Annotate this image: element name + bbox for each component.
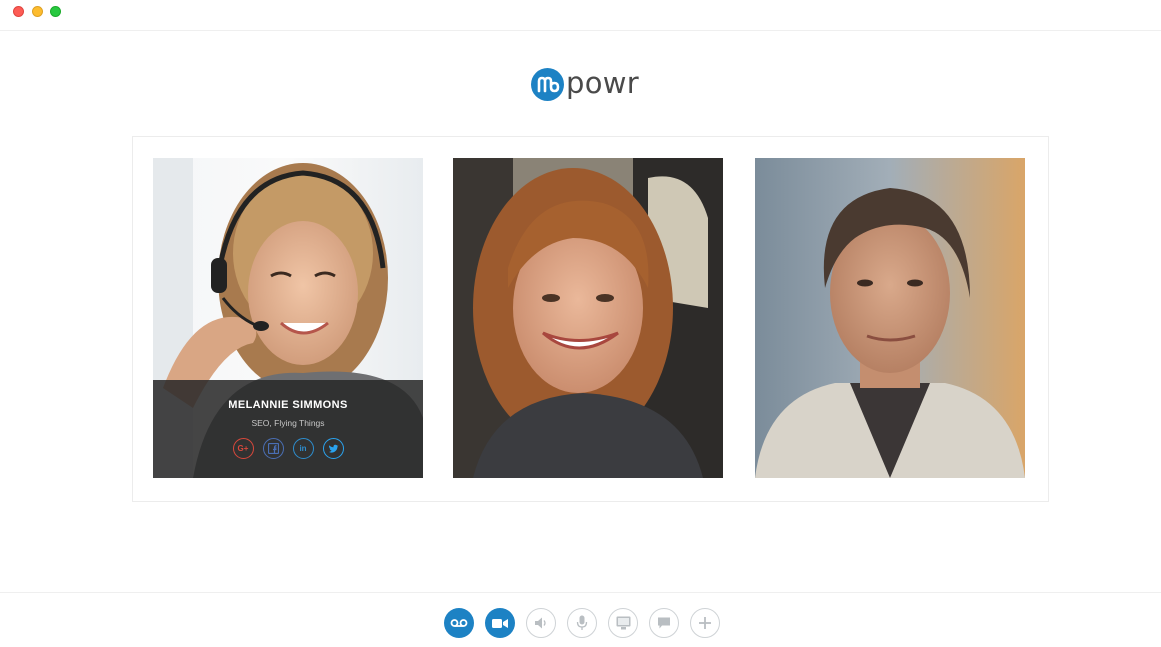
participant-tile[interactable]	[453, 158, 723, 478]
voicemail-icon	[450, 619, 468, 627]
window-minimize-button[interactable]	[32, 6, 43, 17]
speaker-icon	[535, 617, 546, 629]
screen-share-icon	[616, 616, 630, 630]
microphone-icon	[576, 615, 588, 630]
participant-tile[interactable]: MELANNIE SIMMONS SEO, Flying Things G+ i…	[153, 158, 423, 478]
microphone-button[interactable]	[567, 608, 597, 638]
chat-button[interactable]	[649, 608, 679, 638]
participant-name: MELANNIE SIMMONS	[228, 399, 348, 411]
m-logo-icon	[531, 68, 564, 101]
participant-info-overlay: MELANNIE SIMMONS SEO, Flying Things G+ i…	[153, 380, 423, 478]
call-controls	[444, 608, 720, 638]
social-links: G+ in	[153, 438, 423, 459]
participant-tile[interactable]	[755, 158, 1025, 478]
twitter-icon[interactable]	[322, 438, 344, 459]
linkedin-icon[interactable]: in	[292, 438, 314, 459]
chat-icon	[658, 617, 670, 629]
video-button[interactable]	[485, 608, 515, 638]
window-titlebar	[0, 0, 1161, 31]
voicemail-button[interactable]	[444, 608, 474, 638]
video-stage: MELANNIE SIMMONS SEO, Flying Things G+ i…	[132, 136, 1049, 502]
brand-logo: powr	[530, 66, 640, 103]
video-camera-icon	[492, 618, 508, 628]
participant-photo	[755, 158, 1025, 478]
call-controls-bar	[0, 592, 1161, 647]
add-icon	[699, 617, 711, 629]
speaker-button[interactable]	[526, 608, 556, 638]
window-close-button[interactable]	[13, 6, 24, 17]
participant-role: SEO, Flying Things	[251, 418, 325, 428]
add-participant-button[interactable]	[690, 608, 720, 638]
logo-wordmark: powr	[566, 66, 639, 100]
google-plus-icon[interactable]: G+	[232, 438, 254, 459]
participant-photo	[453, 158, 723, 478]
facebook-icon[interactable]	[262, 438, 284, 459]
screen-share-button[interactable]	[608, 608, 638, 638]
window-maximize-button[interactable]	[50, 6, 61, 17]
